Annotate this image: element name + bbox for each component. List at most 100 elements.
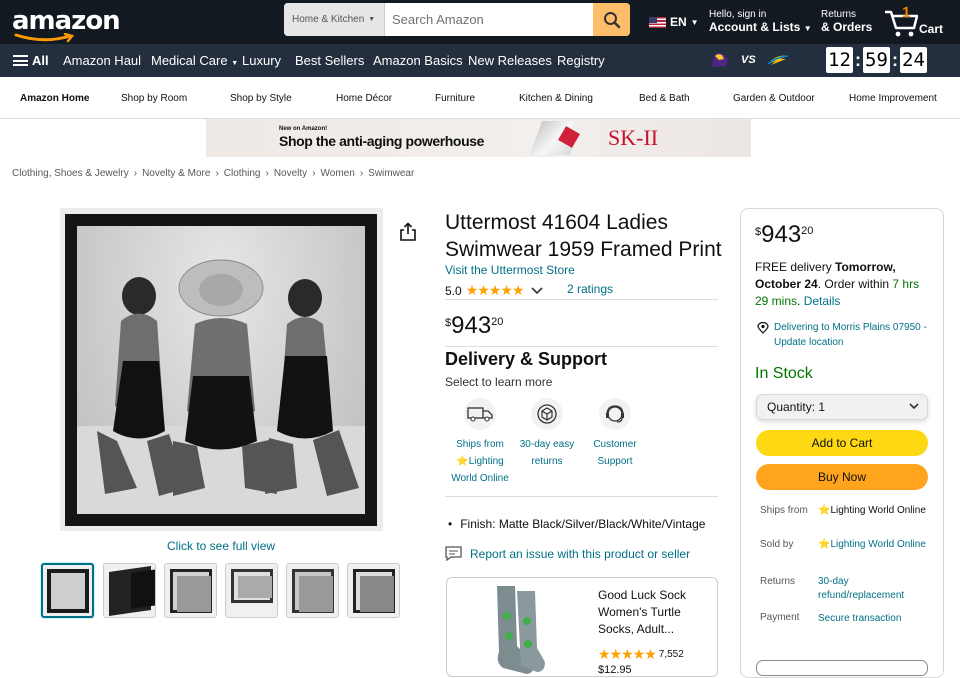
thumbnail-3[interactable]: [164, 563, 217, 618]
search-icon: [603, 11, 620, 28]
store-nav-home-improvement[interactable]: Home Improvement: [849, 93, 937, 104]
nav-link-medical-care[interactable]: Medical Care ▼: [151, 53, 238, 68]
thumbnail-6[interactable]: [347, 563, 400, 618]
ad-product-title[interactable]: Good Luck Sock Women's Turtle Socks, Adu…: [598, 587, 708, 638]
free-delivery-label: FREE delivery: [755, 260, 832, 274]
breadcrumb-item[interactable]: Clothing: [224, 168, 261, 179]
truck-icon: [464, 398, 496, 430]
store-nav-shop-by-room[interactable]: Shop by Room: [121, 93, 187, 104]
account-lists-label: Account & Lists: [709, 20, 801, 34]
delivery-location-text: Delivering to Morris Plains 07950 - Upda…: [774, 322, 927, 348]
feature-customer-support[interactable]: Customer Support: [583, 398, 647, 470]
store-nav-bed-bath[interactable]: Bed & Bath: [639, 93, 690, 104]
breadcrumb-item[interactable]: Swimwear: [368, 168, 414, 179]
add-to-list-button[interactable]: [756, 660, 928, 676]
add-to-cart-button[interactable]: Add to Cart: [756, 430, 928, 456]
promo-banner[interactable]: New on Amazon! Shop the anti-aging power…: [206, 119, 751, 157]
sold-by-link[interactable]: ⭐Lighting World Online: [818, 538, 928, 552]
orders-label: & Orders: [821, 20, 873, 34]
vikings-logo-icon: [712, 53, 728, 67]
all-label: All: [32, 53, 49, 68]
secure-transaction-link[interactable]: Secure transaction: [818, 612, 928, 626]
nav-link-amazon-basics[interactable]: Amazon Basics: [373, 53, 463, 68]
main-product-image[interactable]: [60, 208, 383, 531]
game-promo[interactable]: VS: [709, 51, 790, 69]
share-button[interactable]: [399, 222, 417, 245]
ships-from-label: Ships from: [760, 505, 808, 516]
product-price: $ 943 20: [445, 313, 503, 339]
thumbnail-4[interactable]: [225, 563, 278, 618]
cart-label: Cart: [919, 22, 944, 36]
timer-hours: 12: [826, 47, 853, 73]
nav-link-best-sellers[interactable]: Best Sellers: [295, 53, 364, 68]
picture-frame: [65, 214, 377, 526]
breadcrumb-item[interactable]: Clothing, Shoes & Jewelry: [12, 168, 129, 179]
search-input[interactable]: [385, 3, 593, 36]
amazon-logo[interactable]: amazon: [12, 6, 121, 43]
feature-line: Customer: [593, 439, 637, 450]
full-view-link[interactable]: Click to see full view: [167, 539, 275, 553]
sponsored-product-card[interactable]: Good Luck Sock Women's Turtle Socks, Adu…: [446, 577, 718, 677]
payment-label: Payment: [760, 612, 800, 623]
ad-rating: ★★★★★ 7,552: [598, 646, 684, 663]
cart-button[interactable]: 1 Cart: [884, 4, 954, 40]
cart-icon: [885, 10, 918, 37]
price-whole: 943: [761, 221, 802, 248]
language-selector[interactable]: EN ▼: [649, 15, 699, 29]
breadcrumb-item[interactable]: Novelty: [274, 168, 307, 179]
breadcrumb-item[interactable]: Women: [321, 168, 355, 179]
store-nav-amazon-home[interactable]: Amazon Home: [20, 93, 89, 104]
location-pin-icon: [757, 322, 769, 334]
chevron-right-icon: ›: [312, 168, 316, 179]
details-link[interactable]: Details: [804, 294, 841, 308]
store-nav-garden-outdoor[interactable]: Garden & Outdoor: [733, 93, 815, 104]
finish-text: Finish: Matte Black/Silver/Black/White/V…: [460, 517, 706, 531]
finish-bullet: • Finish: Matte Black/Silver/Black/White/…: [448, 517, 705, 531]
breadcrumb: Clothing, Shoes & Jewelry › Novelty & Mor…: [12, 168, 414, 179]
breadcrumb-item[interactable]: Novelty & More: [142, 168, 210, 179]
nav-link-luxury[interactable]: Luxury: [242, 53, 281, 68]
nav-link-new-releases[interactable]: New Releases: [468, 53, 552, 68]
search-category-dropdown[interactable]: Home & Kitchen ▼: [284, 3, 385, 36]
delivery-estimate: FREE delivery Tomorrow, October 24. Orde…: [755, 260, 920, 308]
account-menu[interactable]: Hello, sign in Account & Lists ▼: [709, 8, 812, 35]
buy-now-button[interactable]: Buy Now: [756, 464, 928, 490]
divider: [445, 346, 718, 347]
three-women-photo: [77, 259, 365, 514]
thumbnail-1[interactable]: [41, 563, 94, 618]
chevron-right-icon: ›: [265, 168, 269, 179]
store-nav-shop-by-style[interactable]: Shop by Style: [230, 93, 292, 104]
price-fraction: 20: [491, 316, 504, 328]
store-nav-home-decor[interactable]: Home Décor: [336, 93, 392, 104]
search-button[interactable]: [593, 3, 630, 36]
store-nav-kitchen-dining[interactable]: Kitchen & Dining: [519, 93, 593, 104]
returns-policy-link[interactable]: 30-day refund/replacement: [818, 575, 928, 603]
delivery-location-link[interactable]: Delivering to Morris Plains 07950 - Upda…: [757, 320, 937, 350]
nav-link-amazon-haul[interactable]: Amazon Haul: [63, 53, 141, 68]
thumbnail-5[interactable]: [286, 563, 339, 618]
ad-review-count: 7,552: [658, 649, 684, 660]
report-issue-link[interactable]: Report an issue with this product or sel…: [445, 546, 690, 561]
store-nav-furniture[interactable]: Furniture: [435, 93, 475, 104]
search-bar: Home & Kitchen ▼: [284, 3, 630, 36]
store-link[interactable]: Visit the Uttermost Store: [445, 263, 575, 277]
cart-count-badge: 1: [902, 4, 911, 21]
search-category-label: Home & Kitchen: [292, 14, 365, 25]
divider: [445, 299, 718, 300]
rating-summary[interactable]: 5.0 ★★★★★: [445, 282, 544, 299]
ratings-count-link[interactable]: 2 ratings: [567, 282, 613, 296]
product-title: Uttermost 41604 Ladies Swimwear 1959 Fra…: [445, 211, 722, 261]
feature-ships-from[interactable]: Ships from ⭐Lighting World Online: [448, 398, 512, 487]
thumbnail-2[interactable]: [103, 563, 156, 618]
chevron-down-icon: [531, 286, 544, 294]
quantity-dropdown[interactable]: Quantity: 1: [756, 394, 928, 420]
all-menu-button[interactable]: All: [13, 53, 49, 68]
returns-orders-link[interactable]: Returns & Orders: [821, 8, 872, 34]
caret-down-icon: ▼: [231, 60, 239, 67]
feature-returns[interactable]: 30-day easy returns: [515, 398, 579, 470]
store-navbar: Amazon Home Shop by Room Shop by Style H…: [0, 77, 960, 119]
countdown-timer: 12: 59: 24: [826, 47, 927, 73]
nav-link-registry[interactable]: Registry: [557, 53, 605, 68]
caret-down-icon: ▼: [368, 16, 376, 23]
caret-down-icon: ▼: [803, 24, 812, 33]
